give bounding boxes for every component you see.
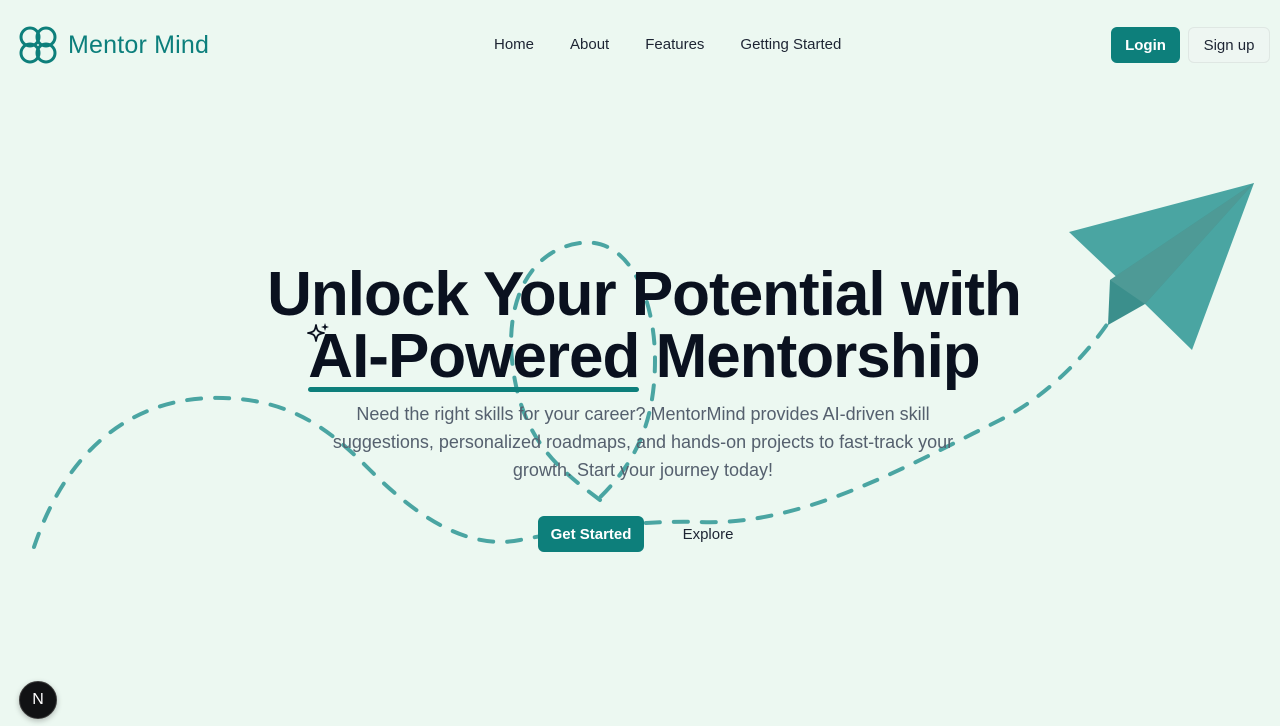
hero-title-highlight: AI-Powered — [308, 320, 640, 394]
login-button[interactable]: Login — [1111, 27, 1180, 63]
get-started-button[interactable]: Get Started — [538, 516, 644, 552]
hero-title-line-2: AI-Powered Mentorship — [4, 320, 1280, 394]
brand-name: Mentor Mind — [68, 30, 210, 59]
nav-getting-started[interactable]: Getting Started — [740, 36, 841, 53]
hero-title-rest: Mentorship — [639, 322, 981, 391]
nav-home[interactable]: Home — [494, 36, 534, 53]
nav-about[interactable]: About — [570, 36, 609, 53]
main-nav: Home About Features Getting Started — [494, 36, 841, 53]
signup-button[interactable]: Sign up — [1188, 27, 1270, 63]
devtools-badge[interactable]: N — [19, 681, 57, 719]
explore-button[interactable]: Explore — [668, 516, 748, 552]
highlight-underline — [308, 387, 640, 392]
brand-logo[interactable]: Mentor Mind — [18, 24, 209, 66]
hero-highlight-text: AI-Powered — [308, 322, 640, 391]
clover-icon — [19, 26, 57, 64]
landing-page: Mentor Mind Home About Features Getting … — [0, 0, 1280, 726]
nav-features[interactable]: Features — [645, 36, 704, 53]
hero-description: Need the right skills for your career? M… — [332, 404, 954, 480]
site-header: Mentor Mind Home About Features Getting … — [0, 0, 1280, 90]
sparkle-icon — [307, 323, 329, 342]
